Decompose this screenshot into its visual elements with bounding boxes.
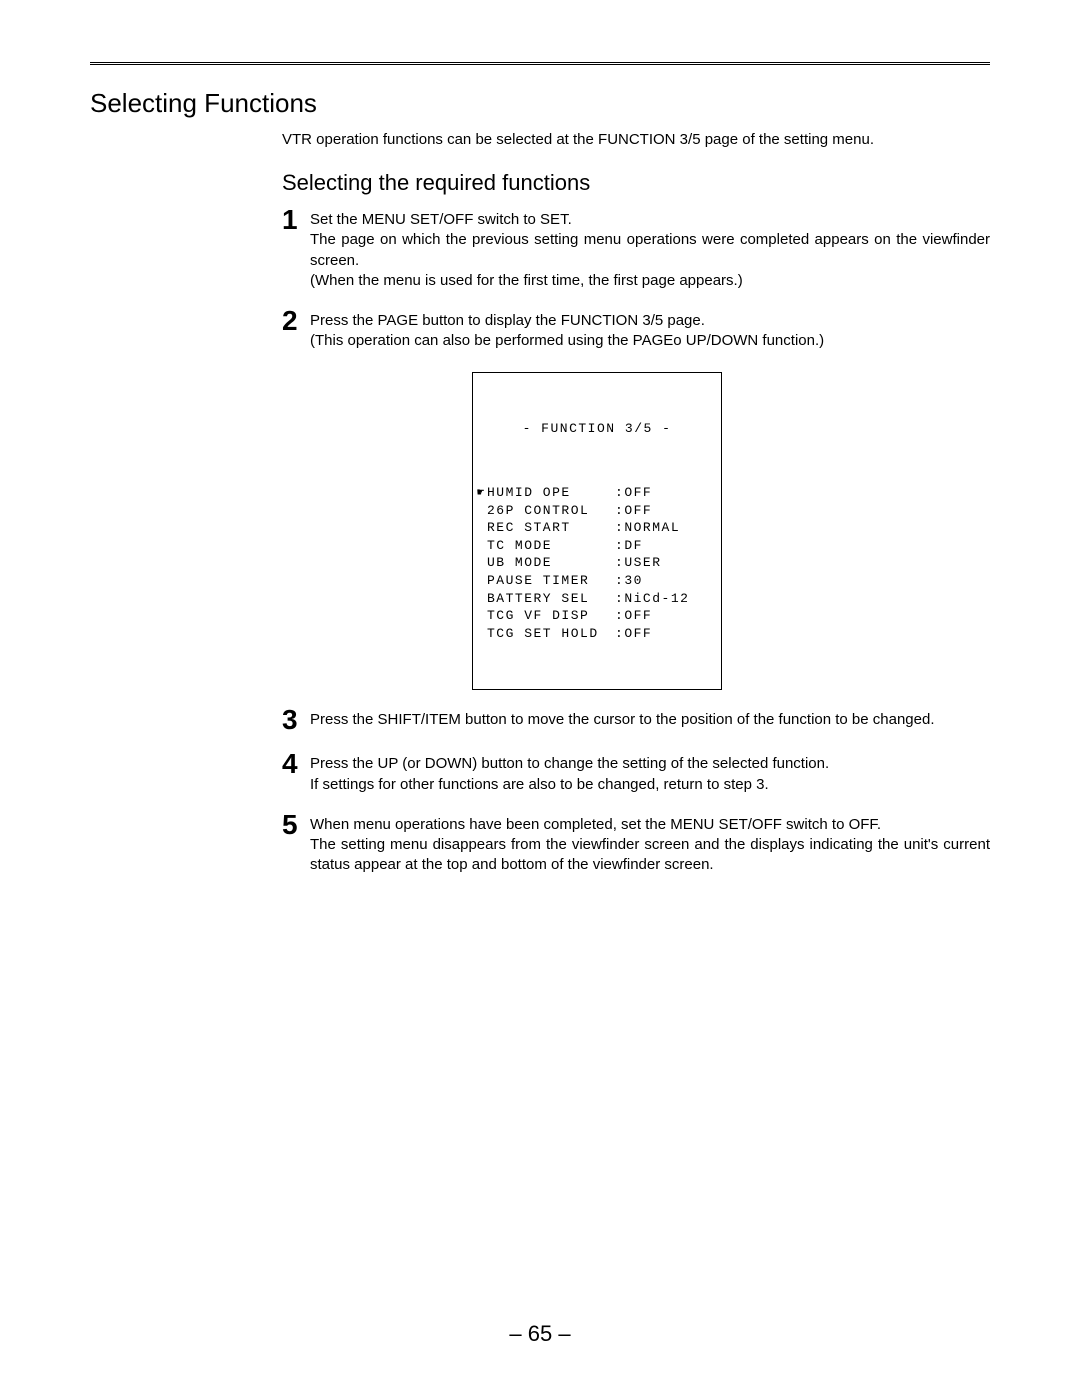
menu-value: NiCd-12 [615,590,689,608]
step-number: 2 [282,307,310,335]
menu-label: TCG SET HOLD [487,625,615,643]
step-line: The page on which the previous setting m… [310,230,990,271]
step-line: When menu operations have been completed… [310,815,990,835]
menu-value: DF [615,537,643,555]
menu-value: NORMAL [615,519,680,537]
menu-header: - FUNCTION 3/5 - [487,420,707,438]
page-number: – 65 – [0,1321,1080,1347]
menu-row: TC MODEDF [487,537,707,555]
menu-label: UB MODE [487,554,615,572]
content-area: VTR operation functions can be selected … [90,131,990,876]
step-line: (This operation can also be performed us… [310,331,990,351]
menu-row: TCG VF DISPOFF [487,607,707,625]
page-title: Selecting Functions [90,88,990,119]
step-number: 4 [282,750,310,778]
step-5: 5 When menu operations have been complet… [282,815,990,876]
step-line: Press the PAGE button to display the FUN… [310,311,990,331]
top-divider [90,62,990,66]
step-number: 5 [282,811,310,839]
menu-row: 26P CONTROLOFF [487,502,707,520]
menu-row: BATTERY SELNiCd-12 [487,590,707,608]
step-body: Press the UP (or DOWN) button to change … [310,754,990,795]
step-body: Press the SHIFT/ITEM button to move the … [310,710,990,730]
step-line: (When the menu is used for the first tim… [310,271,990,291]
step-line: If settings for other functions are also… [310,775,990,795]
menu-label: ☛HUMID OPE [487,484,615,502]
menu-value: 30 [615,572,643,590]
cursor-icon: ☛ [477,485,487,501]
menu-label: TC MODE [487,537,615,555]
step-4: 4 Press the UP (or DOWN) button to chang… [282,754,990,795]
step-line: The setting menu disappears from the vie… [310,835,990,876]
menu-screen: - FUNCTION 3/5 - ☛HUMID OPEOFF26P CONTRO… [472,372,722,691]
step-line: Press the UP (or DOWN) button to change … [310,754,990,774]
step-2: 2 Press the PAGE button to display the F… [282,311,990,352]
menu-label: 26P CONTROL [487,502,615,520]
menu-label: PAUSE TIMER [487,572,615,590]
step-number: 3 [282,706,310,734]
menu-value: OFF [615,484,652,502]
step-body: Press the PAGE button to display the FUN… [310,311,990,352]
menu-label: REC START [487,519,615,537]
step-number: 1 [282,206,310,234]
step-3: 3 Press the SHIFT/ITEM button to move th… [282,710,990,734]
menu-label: TCG VF DISP [487,607,615,625]
step-1: 1 Set the MENU SET/OFF switch to SET. Th… [282,210,990,291]
step-body: Set the MENU SET/OFF switch to SET. The … [310,210,990,291]
menu-row: REC STARTNORMAL [487,519,707,537]
menu-value: USER [615,554,662,572]
menu-label: BATTERY SEL [487,590,615,608]
subheading: Selecting the required functions [282,170,990,196]
step-line: Set the MENU SET/OFF switch to SET. [310,210,990,230]
menu-row: ☛HUMID OPEOFF [487,484,707,502]
step-body: When menu operations have been completed… [310,815,990,876]
step-line: Press the SHIFT/ITEM button to move the … [310,710,990,730]
menu-row: TCG SET HOLDOFF [487,625,707,643]
menu-value: OFF [615,625,652,643]
menu-value: OFF [615,607,652,625]
menu-rows: ☛HUMID OPEOFF26P CONTROLOFFREC STARTNORM… [487,484,707,642]
menu-row: UB MODEUSER [487,554,707,572]
menu-row: PAUSE TIMER30 [487,572,707,590]
menu-value: OFF [615,502,652,520]
intro-text: VTR operation functions can be selected … [282,131,990,148]
manual-page: Selecting Functions VTR operation functi… [0,0,1080,1397]
